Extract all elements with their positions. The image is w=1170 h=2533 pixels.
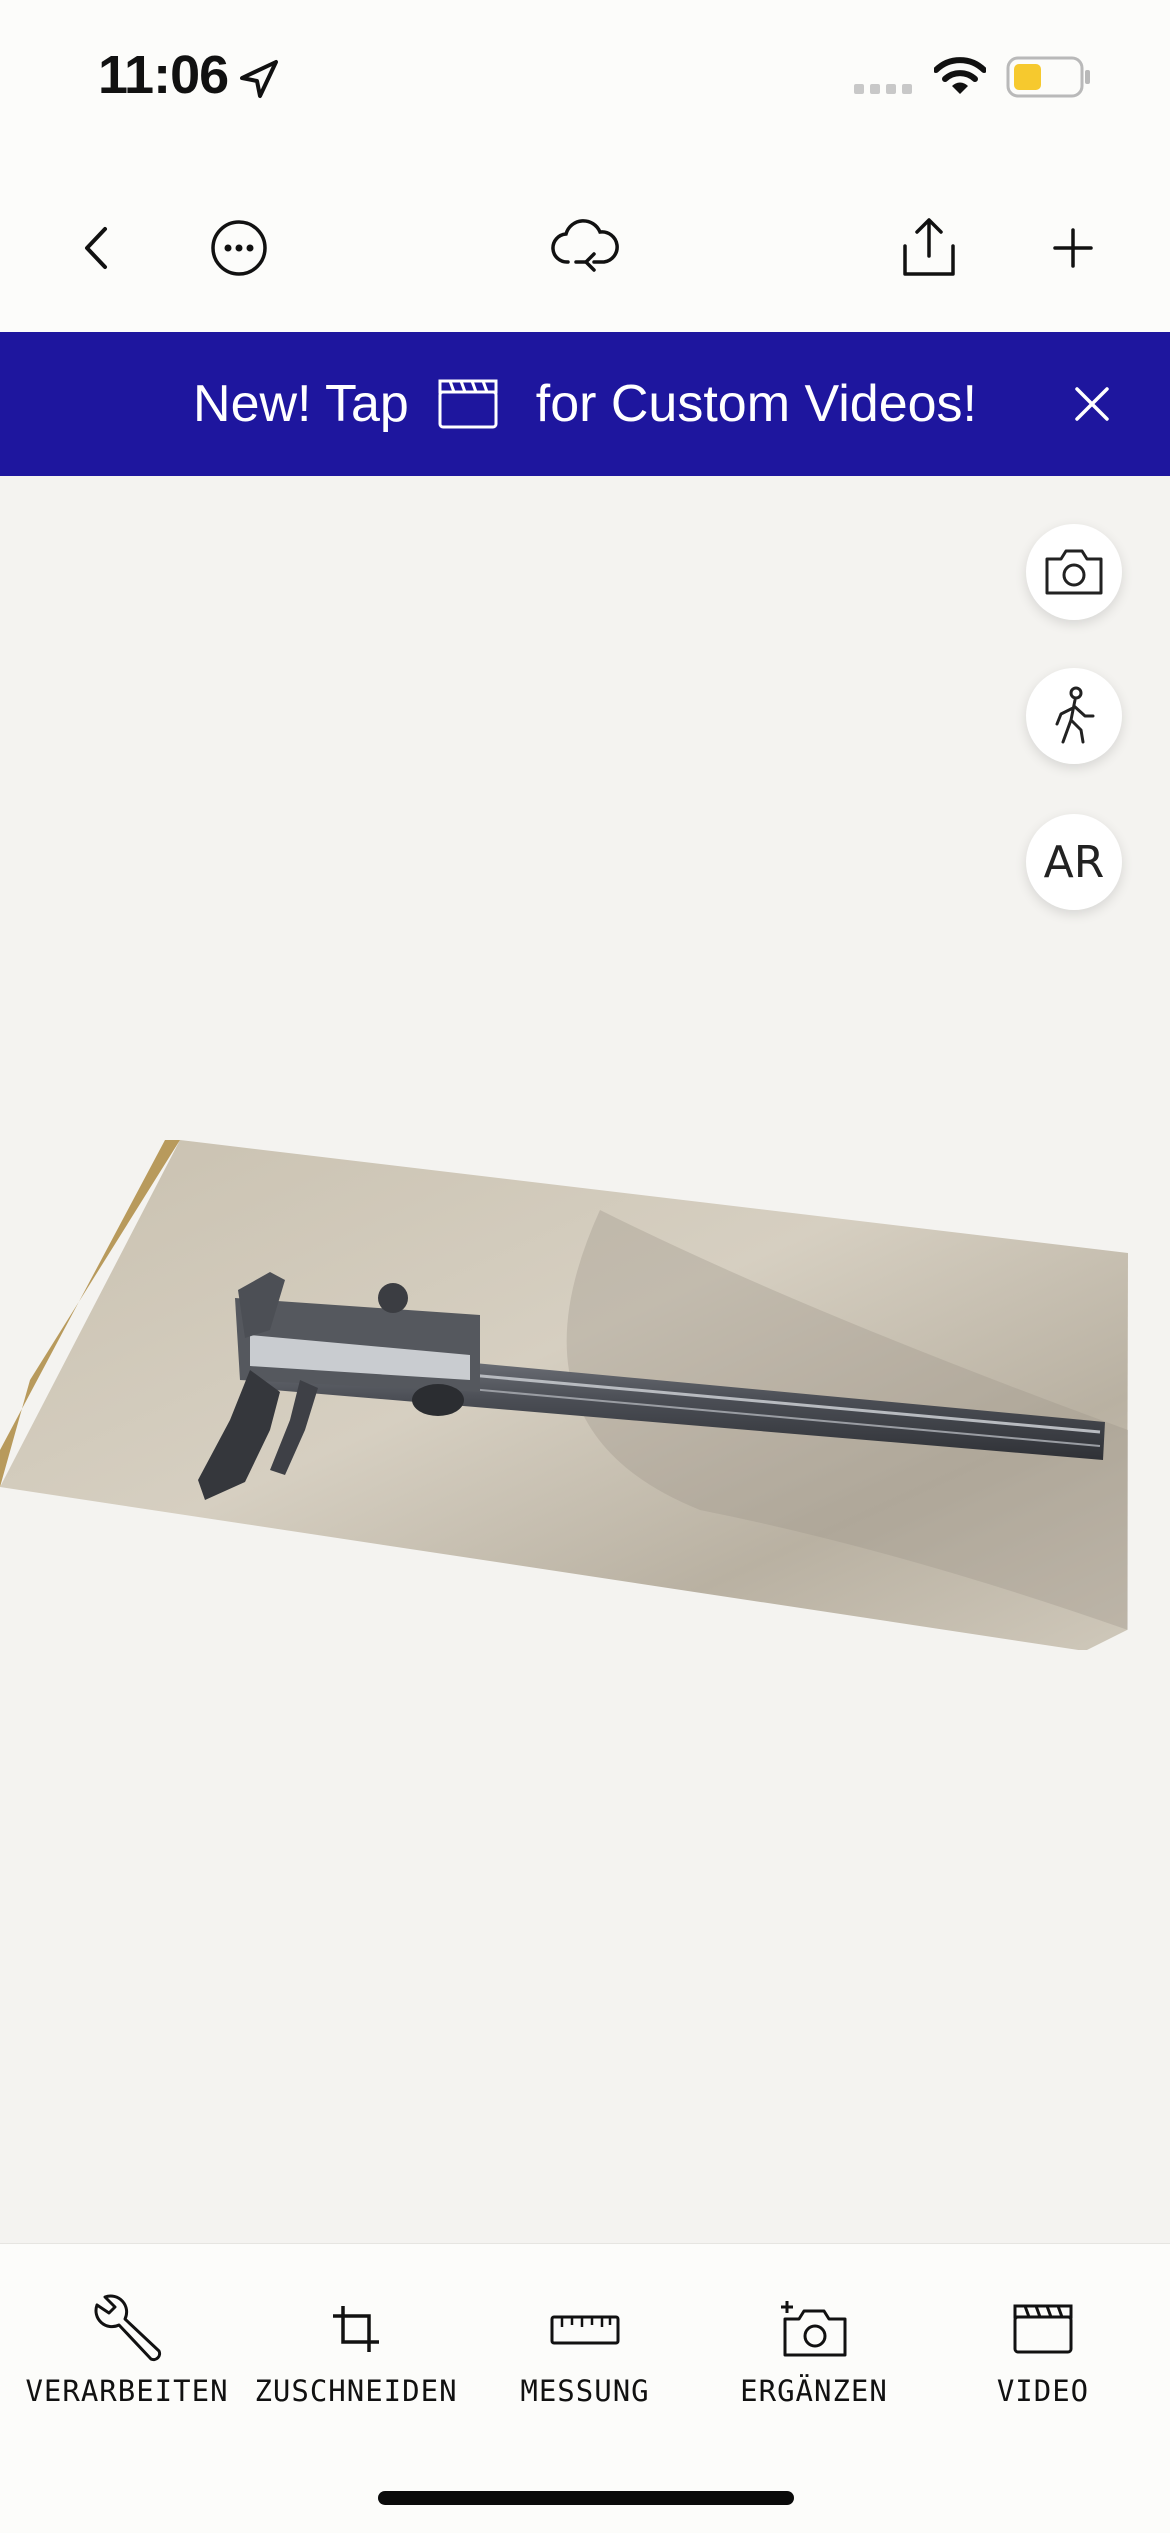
clapperboard-icon [438,379,498,429]
back-button[interactable] [52,203,142,293]
toolbar-item-ergaenzen[interactable]: ERGÄNZEN [700,2244,928,2444]
toolbar-label: ERGÄNZEN [740,2374,888,2408]
toolbar-label: VIDEO [996,2374,1090,2408]
banner-text-start: New! Tap [193,375,424,433]
add-icon [1053,228,1093,268]
walk-mode-button[interactable] [1026,668,1122,764]
toolbar-label: MESSUNG [520,2374,650,2408]
banner-text-end: for Custom Videos! [521,375,977,433]
banner-message: New! Tap for Custom Videos! [0,332,1170,476]
cloud-sync-button[interactable] [540,203,630,293]
signal-icon [854,84,912,94]
status-bar: 11:06 [0,0,1170,160]
toolbar-item-messung[interactable]: MESSUNG [471,2244,699,2444]
cloud-sync-icon [551,219,619,272]
wrench-icon [94,2294,162,2362]
promo-banner[interactable]: New! Tap for Custom Videos! [0,332,1170,476]
camera-icon [1045,549,1103,595]
bottom-toolbar: VERARBEITEN ZUSCHNEIDEN MESSUNG ERGÄNZEN [0,2243,1170,2533]
toolbar-label: VERARBEITEN [25,2374,229,2408]
more-icon [211,220,267,276]
ar-button[interactable]: AR [1026,814,1122,910]
battery-icon [1006,56,1090,98]
status-time: 11:06 [98,45,229,105]
back-icon [85,227,107,269]
scan-image [0,1140,1128,1650]
add-photo-icon [781,2301,847,2357]
toolbar-item-verarbeiten[interactable]: VERARBEITEN [13,2244,241,2444]
clapperboard-icon [1013,2304,1073,2354]
camera-button[interactable] [1026,524,1122,620]
banner-close-button[interactable] [1052,364,1132,444]
location-arrow-icon [240,60,278,98]
toolbar-label: ZUSCHNEIDEN [254,2374,458,2408]
ar-label: AR [1043,836,1105,888]
nav-bar [0,160,1170,332]
toolbar-item-zuschneiden[interactable]: ZUSCHNEIDEN [242,2244,470,2444]
more-button[interactable] [194,203,284,293]
crop-icon [333,2306,379,2352]
share-icon [903,218,955,276]
walking-person-icon [1055,686,1095,744]
close-icon [1075,387,1109,421]
add-button[interactable] [1028,203,1118,293]
home-indicator [378,2491,794,2505]
wifi-icon [934,57,986,94]
ruler-icon [550,2315,620,2345]
toolbar-item-video[interactable]: VIDEO [929,2244,1157,2444]
share-button[interactable] [884,203,974,293]
